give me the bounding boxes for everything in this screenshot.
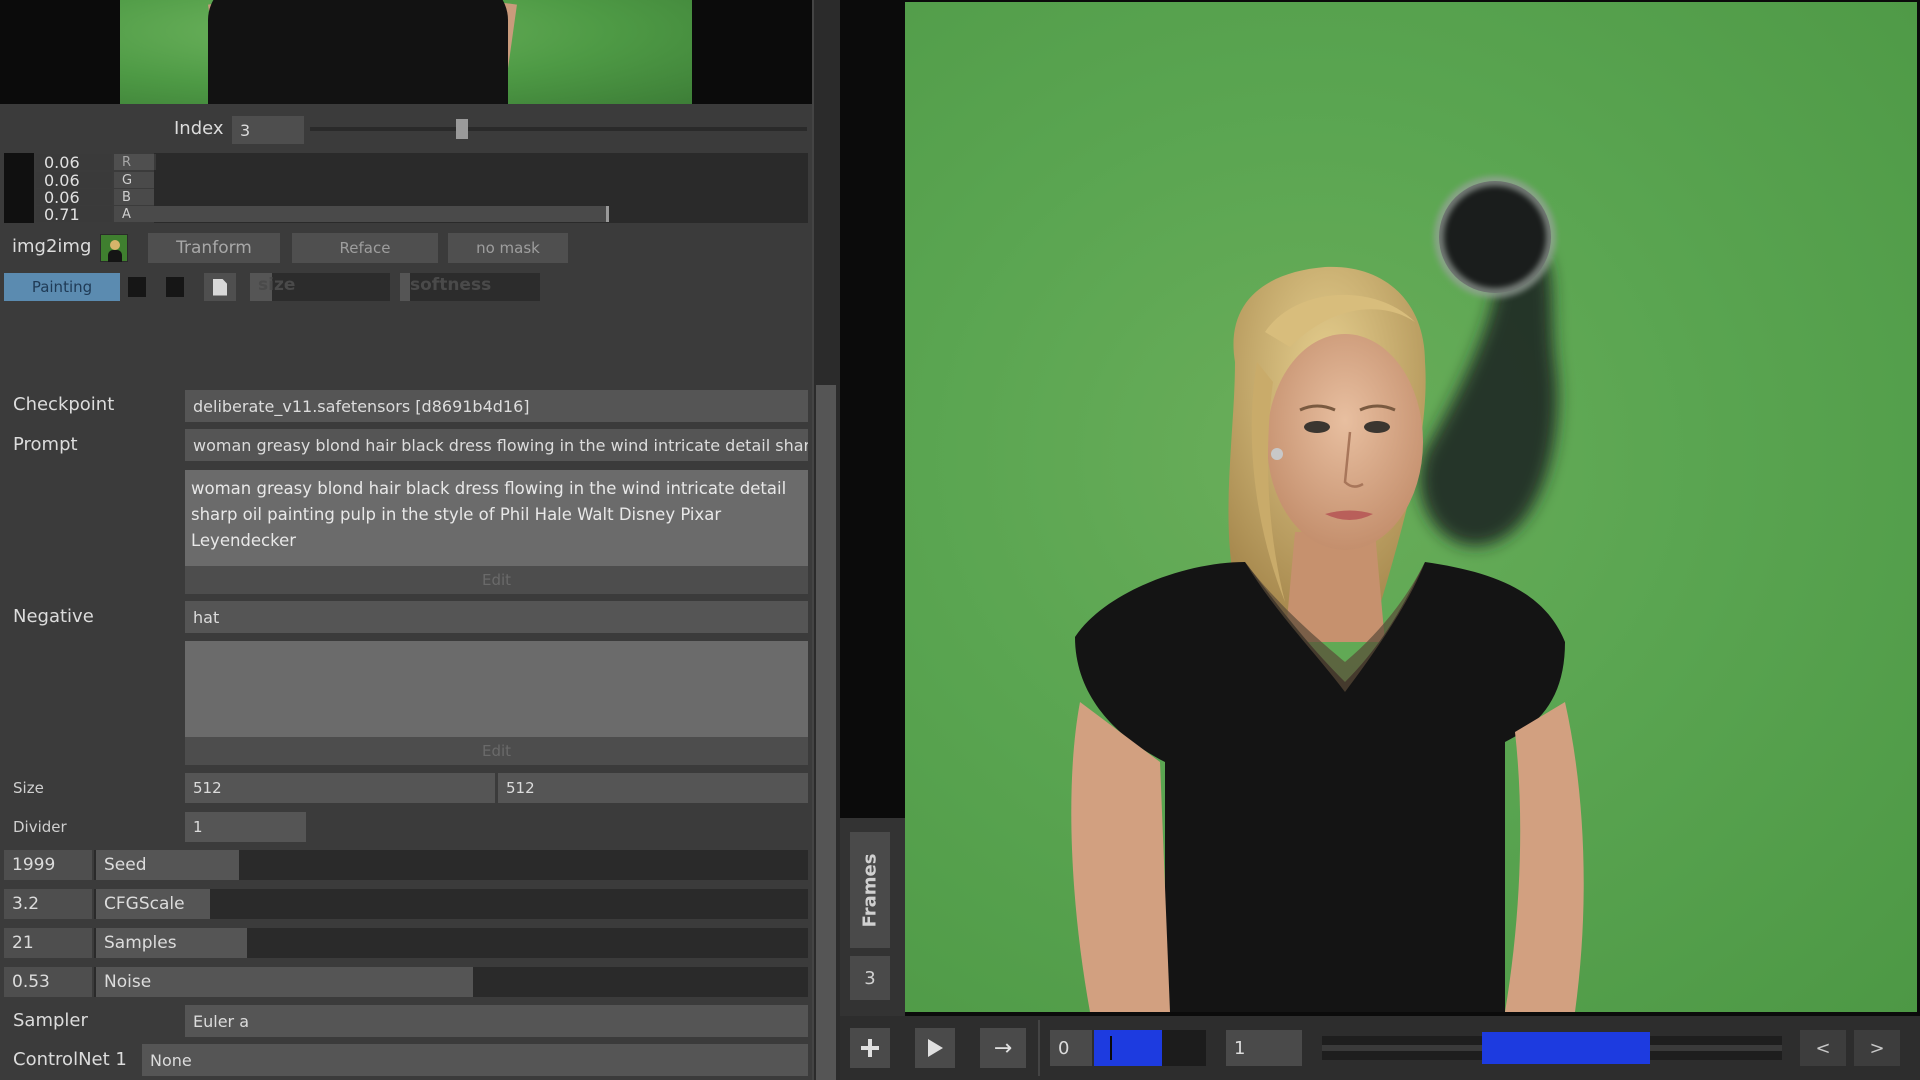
noise-slider-fill[interactable]: Noise <box>96 967 473 997</box>
size-slider-label: size <box>258 275 296 295</box>
seed-slider-fill[interactable]: Seed <box>96 850 239 880</box>
width-input[interactable]: 512 <box>185 773 495 803</box>
prev-page-button[interactable]: < <box>1800 1030 1846 1066</box>
divider-label: Divider <box>13 818 67 836</box>
height-input[interactable]: 512 <box>498 773 808 803</box>
green-label: G <box>114 172 154 188</box>
preview-shirt <box>208 0 508 104</box>
color-swatch[interactable] <box>4 153 34 223</box>
prompt-label: Prompt <box>13 434 78 455</box>
size-label: Size <box>13 779 44 797</box>
start-frame-input[interactable]: 0 <box>1050 1030 1092 1066</box>
alpha-slider-fill[interactable] <box>114 206 608 222</box>
plus-icon <box>861 1039 879 1057</box>
seed-value[interactable]: 1999 <box>4 850 92 880</box>
softness-slider-label: softness <box>410 275 492 295</box>
next-page-button[interactable]: > <box>1854 1030 1900 1066</box>
sampler-select[interactable]: Euler a <box>185 1005 808 1037</box>
samples-slider-fill[interactable]: Samples <box>96 928 247 958</box>
prompt-textarea[interactable]: woman greasy blond hair black dress flow… <box>185 470 808 566</box>
transform-button[interactable]: Tranform <box>148 233 280 263</box>
prompt-edit-button[interactable]: Edit <box>185 566 808 594</box>
add-frame-button[interactable] <box>850 1028 890 1068</box>
main-canvas-image[interactable] <box>905 2 1917 1012</box>
blue-label: B <box>114 189 154 205</box>
frame-range-fill[interactable] <box>1094 1030 1162 1066</box>
timeline-scrubber-thumb[interactable] <box>1482 1032 1650 1064</box>
samples-value[interactable]: 21 <box>4 928 92 958</box>
reface-button[interactable]: Reface <box>292 233 438 263</box>
img2img-thumbnail[interactable] <box>100 234 128 262</box>
brush-color-swatch[interactable] <box>128 277 146 297</box>
portrait-illustration <box>1071 176 1584 1012</box>
blue-value[interactable]: 0.06 <box>36 188 112 207</box>
noise-value[interactable]: 0.53 <box>4 967 92 997</box>
arrow-right-icon: → <box>993 1035 1013 1061</box>
softness-slider-fill[interactable] <box>400 273 410 301</box>
timeline-separator <box>1038 1020 1040 1076</box>
cfgscale-value[interactable]: 3.2 <box>4 889 92 919</box>
eraser-color-swatch[interactable] <box>166 277 184 297</box>
negative-edit-button[interactable]: Edit <box>185 737 808 765</box>
frames-count: 3 <box>850 956 890 1000</box>
next-frame-button[interactable]: → <box>980 1028 1026 1068</box>
frames-tab-label: Frames <box>859 853 881 927</box>
painting-button[interactable]: Painting <box>4 273 120 301</box>
red-slider-fill[interactable] <box>114 154 156 170</box>
checkpoint-label: Checkpoint <box>13 394 115 415</box>
frame-preview-image[interactable] <box>120 0 692 104</box>
panel-scrollbar-thumb[interactable] <box>816 385 836 1080</box>
end-frame-input[interactable]: 1 <box>1226 1030 1302 1066</box>
red-value[interactable]: 0.06 <box>36 153 112 172</box>
document-icon <box>213 278 227 296</box>
green-value[interactable]: 0.06 <box>36 171 112 190</box>
prompt-input[interactable]: woman greasy blond hair black dress flow… <box>185 429 808 461</box>
divider-input[interactable]: 1 <box>185 812 306 842</box>
play-icon <box>927 1039 943 1057</box>
frame-range-marker <box>1110 1036 1112 1060</box>
index-input[interactable]: 3 <box>232 116 304 144</box>
alpha-label: A <box>122 206 131 222</box>
sampler-label: Sampler <box>13 1010 88 1031</box>
alpha-value[interactable]: 0.71 <box>36 205 112 224</box>
negative-textarea[interactable] <box>185 641 808 737</box>
cfgscale-slider-fill[interactable]: CFGScale <box>96 889 210 919</box>
mask-button[interactable]: no mask <box>448 233 568 263</box>
play-button[interactable] <box>915 1028 955 1068</box>
negative-input[interactable]: hat <box>185 601 808 633</box>
controlnet-select[interactable]: None <box>142 1044 808 1076</box>
frames-tab[interactable]: Frames <box>850 832 890 948</box>
controlnet-label: ControlNet 1 <box>13 1049 127 1070</box>
negative-label: Negative <box>13 606 94 627</box>
clear-button[interactable] <box>204 273 236 301</box>
alpha-slider-handle[interactable] <box>606 206 609 222</box>
index-label: Index <box>174 118 224 139</box>
mode-label: img2img <box>12 236 92 257</box>
index-slider-track[interactable] <box>310 127 807 131</box>
checkpoint-select[interactable]: deliberate_v11.safetensors [d8691b4d16] <box>185 390 808 422</box>
index-slider-handle[interactable] <box>456 119 468 139</box>
